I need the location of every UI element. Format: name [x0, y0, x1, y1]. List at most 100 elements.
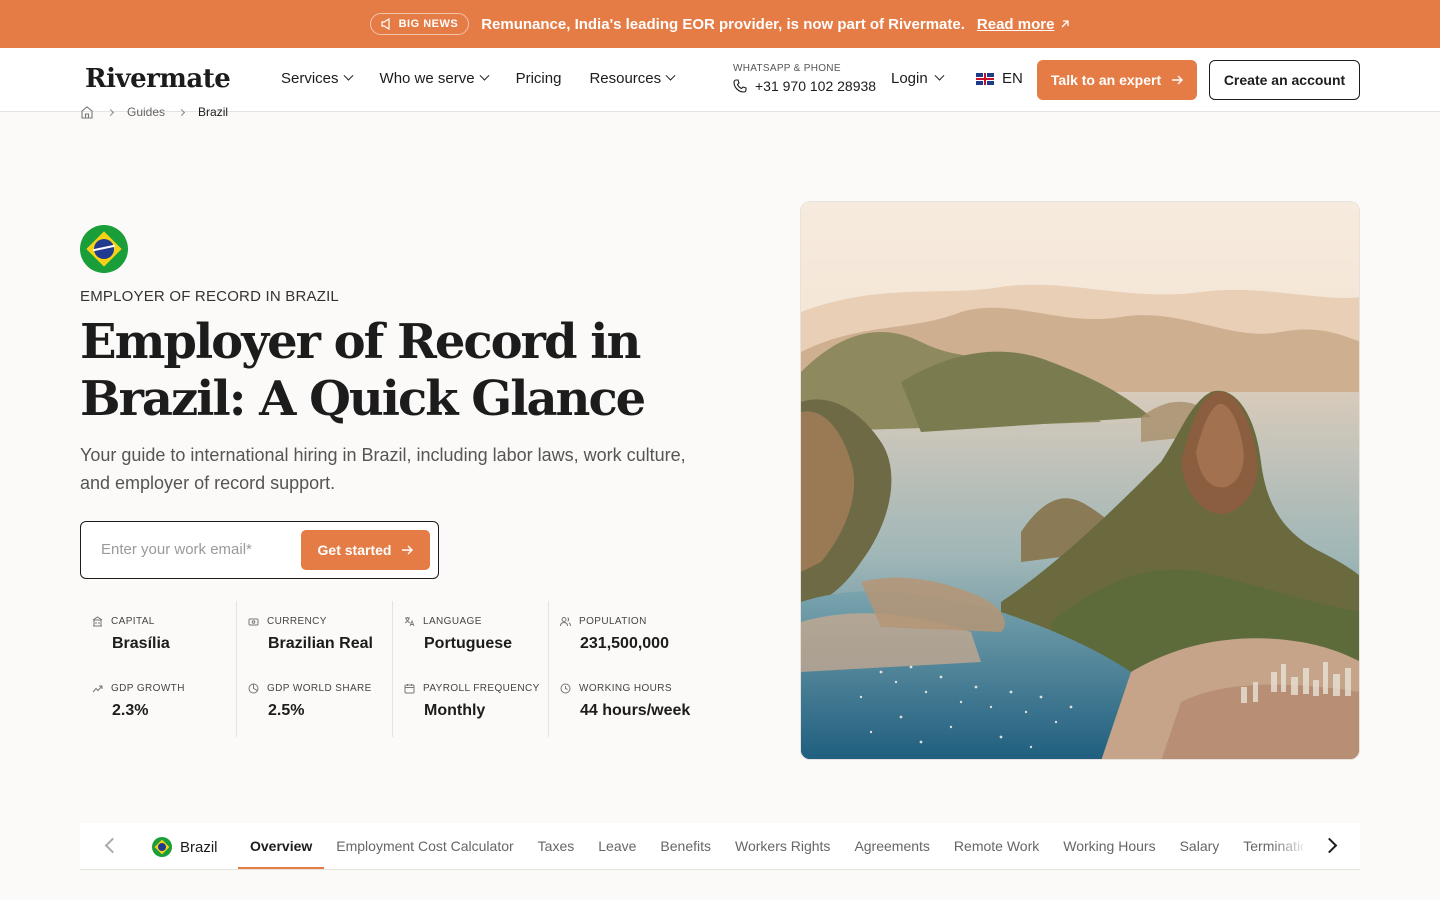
- breadcrumb-separator-icon: [106, 108, 115, 116]
- scroll-right-icon[interactable]: [1321, 837, 1338, 854]
- arrow-right-icon: [402, 545, 414, 555]
- nav-resources[interactable]: Resources: [589, 70, 676, 87]
- stat-language-label: LANGUAGE: [423, 616, 482, 627]
- breadcrumb-current: Brazil: [198, 105, 229, 119]
- page-title: Employer of Record in Brazil: A Quick Gl…: [80, 314, 646, 427]
- home-icon[interactable]: [80, 105, 94, 119]
- contact-block[interactable]: WHATSAPP & PHONE +31 970 102 28938: [733, 63, 876, 94]
- big-news-badge: BIG NEWS: [369, 13, 470, 35]
- stat-payroll-frequency-label: PAYROLL FREQUENCY: [423, 683, 540, 694]
- breadcrumb-guides[interactable]: Guides: [127, 105, 165, 119]
- tab-remote-work[interactable]: Remote Work: [942, 823, 1051, 869]
- nav-services[interactable]: Services: [281, 70, 353, 87]
- stat-language: LANGUAGE Portuguese: [404, 616, 512, 653]
- nav-who-we-serve[interactable]: Who we serve: [379, 70, 490, 87]
- building-icon: [92, 616, 103, 627]
- chevron-down-icon: [934, 70, 945, 81]
- nav-pricing[interactable]: Pricing: [516, 70, 562, 87]
- stat-gdp-growth-label: GDP GROWTH: [111, 683, 185, 694]
- stat-divider: [236, 601, 237, 737]
- nav-services-label: Services: [281, 70, 339, 87]
- talk-to-expert-button[interactable]: Talk to an expert: [1037, 60, 1197, 100]
- stat-population-value: 231,500,000: [580, 635, 669, 652]
- stat-gdp-world-share: GDP WORLD SHARE 2.5%: [248, 683, 372, 720]
- chevron-down-icon: [479, 70, 490, 81]
- country-facts: CAPITAL Brasília CURRENCY Brazilian Real…: [80, 601, 705, 737]
- tab-fade: [1270, 823, 1310, 869]
- login-label: Login: [891, 70, 928, 87]
- tab-employment-cost-calculator[interactable]: Employment Cost Calculator: [324, 823, 525, 869]
- trend-up-icon: [92, 685, 103, 693]
- hero-lead: Your guide to international hiring in Br…: [80, 445, 686, 493]
- clock-icon: [560, 683, 571, 694]
- rivermate-logo[interactable]: Rivermate: [85, 64, 231, 94]
- stat-working-hours-value: 44 hours/week: [580, 702, 691, 719]
- stat-divider: [392, 601, 393, 737]
- get-started-label: Get started: [317, 542, 392, 558]
- breadcrumb: Guides Brazil: [80, 105, 228, 119]
- stat-working-hours-label: WORKING HOURS: [579, 683, 672, 694]
- tab-workers-rights[interactable]: Workers Rights: [723, 823, 842, 869]
- pie-icon: [248, 683, 259, 694]
- people-icon: [560, 617, 571, 627]
- nav-who-we-serve-label: Who we serve: [379, 70, 475, 87]
- login-menu[interactable]: Login: [891, 70, 945, 87]
- talk-to-expert-label: Talk to an expert: [1050, 72, 1162, 88]
- nav-resources-label: Resources: [589, 70, 662, 87]
- stat-language-value: Portuguese: [424, 635, 513, 652]
- tab-list: Overview Employment Cost Calculator Taxe…: [238, 823, 1303, 870]
- stat-gdp-growth-value: 2.3%: [112, 702, 149, 719]
- stat-gdp-world-share-value: 2.5%: [268, 702, 305, 719]
- get-started-button[interactable]: Get started: [301, 530, 430, 570]
- create-account-button[interactable]: Create an account: [1209, 60, 1360, 100]
- uk-flag-icon: [976, 72, 994, 85]
- cash-icon: [248, 618, 259, 626]
- stat-capital: CAPITAL Brasília: [92, 616, 170, 653]
- chevron-down-icon: [343, 70, 353, 81]
- announcement-bar: BIG NEWS Remunance, India's leading EOR …: [0, 0, 1440, 48]
- stat-currency-value: Brazilian Real: [268, 635, 373, 652]
- phone-icon: [733, 79, 747, 93]
- language-selector[interactable]: EN: [976, 70, 1023, 87]
- brazil-flag-icon: [80, 225, 128, 273]
- tab-benefits[interactable]: Benefits: [648, 823, 723, 869]
- stat-currency: CURRENCY Brazilian Real: [248, 616, 373, 653]
- stat-capital-label: CAPITAL: [111, 616, 155, 627]
- nav-pricing-label: Pricing: [515, 70, 562, 87]
- tab-working-hours[interactable]: Working Hours: [1051, 823, 1167, 869]
- megaphone-icon: [380, 18, 390, 30]
- stat-divider: [548, 601, 549, 737]
- external-arrow-icon: [1061, 20, 1070, 28]
- read-more-label: Read more: [976, 15, 1055, 33]
- tab-agreements[interactable]: Agreements: [842, 823, 941, 869]
- tab-leave[interactable]: Leave: [586, 823, 648, 869]
- translate-icon: [404, 617, 415, 627]
- tab-overview[interactable]: Overview: [238, 823, 325, 869]
- hero-landscape-image: [800, 201, 1360, 760]
- stat-capital-value: Brasília: [112, 635, 170, 652]
- read-more-link[interactable]: Read more: [977, 16, 1071, 33]
- site-header: Rivermate Services Who we serve Pricing …: [0, 48, 1440, 112]
- chevron-down-icon: [665, 70, 676, 81]
- calendar-icon: [404, 684, 415, 694]
- tab-taxes[interactable]: Taxes: [526, 823, 587, 869]
- main-nav: Services Who we serve Pricing Resources: [281, 70, 676, 87]
- stat-population-label: POPULATION: [579, 616, 647, 627]
- country-tab[interactable]: Brazil: [152, 837, 218, 857]
- email-signup-form: Enter your work email* Get started: [80, 521, 439, 579]
- announcement-message: Remunance, India's leading EOR provider,…: [481, 15, 965, 33]
- stat-payroll-frequency-value: Monthly: [424, 702, 486, 719]
- stat-payroll-frequency: PAYROLL FREQUENCY Monthly: [404, 683, 540, 720]
- hero-eyebrow: EMPLOYER OF RECORD IN BRAZIL: [80, 288, 339, 305]
- stat-currency-label: CURRENCY: [267, 616, 327, 627]
- arrow-right-icon: [1172, 75, 1184, 85]
- language-label: EN: [1002, 70, 1023, 87]
- phone-number: +31 970 102 28938: [755, 78, 877, 94]
- breadcrumb-separator-icon: [177, 108, 186, 116]
- tab-salary[interactable]: Salary: [1168, 823, 1232, 869]
- country-tab-label: Brazil: [180, 838, 218, 856]
- stat-gdp-growth: GDP GROWTH 2.3%: [92, 683, 185, 720]
- work-email-input[interactable]: Enter your work email*: [101, 541, 252, 558]
- scroll-left-icon[interactable]: [104, 837, 121, 854]
- stat-population: POPULATION 231,500,000: [560, 616, 669, 653]
